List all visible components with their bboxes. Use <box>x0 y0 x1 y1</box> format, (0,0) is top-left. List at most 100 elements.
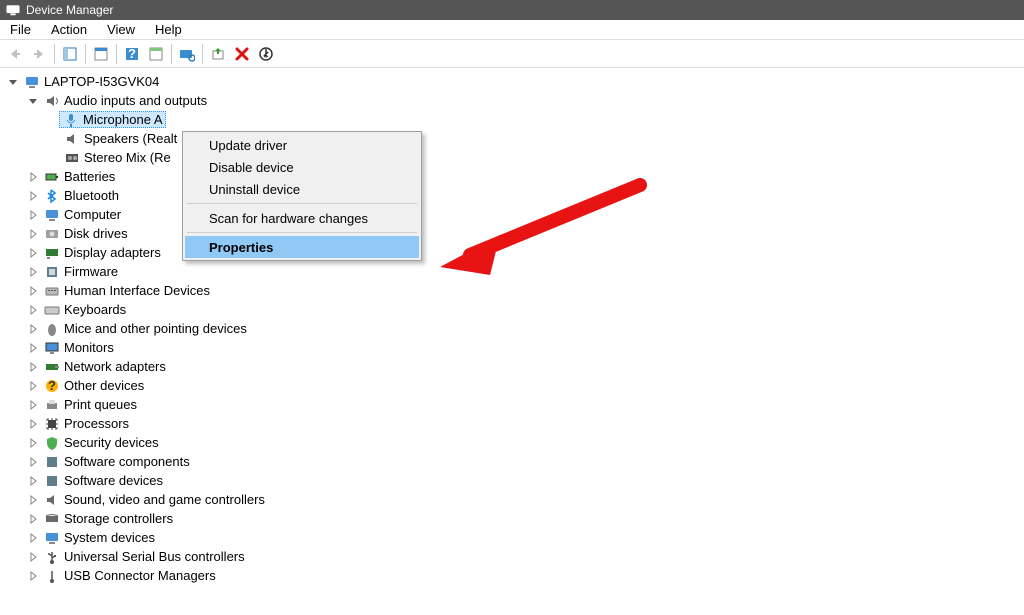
expander-closed-icon[interactable] <box>26 284 40 298</box>
expander-closed-icon[interactable] <box>26 341 40 355</box>
context-menu-update-driver[interactable]: Update driver <box>185 134 419 156</box>
disable-device-button[interactable] <box>255 43 277 65</box>
tree-node-usbconn[interactable]: USB Connector Managers <box>6 566 1024 585</box>
tree-node-usb[interactable]: Universal Serial Bus controllers <box>6 547 1024 566</box>
tree-label: Software components <box>64 452 190 471</box>
tree-node-sysdev[interactable]: System devices <box>6 528 1024 547</box>
context-menu-scan-hardware[interactable]: Scan for hardware changes <box>185 207 419 229</box>
tree-label: Stereo Mix (Re <box>84 148 171 167</box>
toolbar-separator <box>171 44 172 64</box>
expander-closed-icon[interactable] <box>26 189 40 203</box>
tree-node-microphone[interactable]: Microphone A <box>6 110 1024 129</box>
tree-node-security[interactable]: Security devices <box>6 433 1024 452</box>
expander-closed-icon[interactable] <box>26 379 40 393</box>
toolbar-separator <box>54 44 55 64</box>
tree-node-hid[interactable]: Human Interface Devices <box>6 281 1024 300</box>
expander-closed-icon[interactable] <box>26 265 40 279</box>
tree-node-root[interactable]: LAPTOP-I53GVK04 <box>6 72 1024 91</box>
expander-closed-icon[interactable] <box>26 246 40 260</box>
expander-closed-icon[interactable] <box>26 322 40 336</box>
tree-node-printq[interactable]: Print queues <box>6 395 1024 414</box>
expander-closed-icon[interactable] <box>26 531 40 545</box>
expander-closed-icon[interactable] <box>26 227 40 241</box>
tree-node-audio[interactable]: Audio inputs and outputs <box>6 91 1024 110</box>
context-menu-properties[interactable]: Properties <box>185 236 419 258</box>
help-button[interactable]: ? <box>121 43 143 65</box>
tree-label: Firmware <box>64 262 118 281</box>
tree-node-swdev[interactable]: Software devices <box>6 471 1024 490</box>
tree-label: Speakers (Realt <box>84 129 177 148</box>
update-driver-button[interactable] <box>207 43 229 65</box>
show-hide-tree-button[interactable] <box>59 43 81 65</box>
back-button[interactable] <box>4 43 26 65</box>
forward-button[interactable] <box>28 43 50 65</box>
tree-label: Keyboards <box>64 300 126 319</box>
storage-controller-icon <box>44 511 60 527</box>
menu-bar: File Action View Help <box>0 20 1024 40</box>
keyboard-icon <box>44 302 60 318</box>
tree-node-disk[interactable]: Disk drives <box>6 224 1024 243</box>
usb-connector-icon <box>44 568 60 584</box>
toolbar: ? <box>0 40 1024 68</box>
context-menu-uninstall-device[interactable]: Uninstall device <box>185 178 419 200</box>
expander-closed-icon[interactable] <box>26 512 40 526</box>
tree-label: Microphone A <box>83 110 163 129</box>
expander-closed-icon[interactable] <box>26 436 40 450</box>
tree-node-mice[interactable]: Mice and other pointing devices <box>6 319 1024 338</box>
tree-node-processors[interactable]: Processors <box>6 414 1024 433</box>
menu-view[interactable]: View <box>97 20 145 40</box>
disk-icon <box>44 226 60 242</box>
tree-node-swcomp[interactable]: Software components <box>6 452 1024 471</box>
tree-node-display[interactable]: Display adapters <box>6 243 1024 262</box>
menu-action[interactable]: Action <box>41 20 97 40</box>
tree-label: Processors <box>64 414 129 433</box>
tree-node-network[interactable]: Network adapters <box>6 357 1024 376</box>
tree-label: Audio inputs and outputs <box>64 91 207 110</box>
context-menu: Update driver Disable device Uninstall d… <box>182 131 422 261</box>
properties-button[interactable] <box>90 43 112 65</box>
menu-file[interactable]: File <box>6 20 41 40</box>
action-menu-button[interactable] <box>145 43 167 65</box>
printer-icon <box>44 397 60 413</box>
tree-node-storage[interactable]: Storage controllers <box>6 509 1024 528</box>
tree-node-sound[interactable]: Sound, video and game controllers <box>6 490 1024 509</box>
tree-label: Monitors <box>64 338 114 357</box>
audio-icon <box>44 93 60 109</box>
tree-node-bluetooth[interactable]: Bluetooth <box>6 186 1024 205</box>
tree-label: Network adapters <box>64 357 166 376</box>
device-tree[interactable]: LAPTOP-I53GVK04 Audio inputs and outputs… <box>0 68 1024 585</box>
expander-none <box>46 151 60 165</box>
tree-label: Batteries <box>64 167 115 186</box>
tree-node-firmware[interactable]: Firmware <box>6 262 1024 281</box>
expander-closed-icon[interactable] <box>26 303 40 317</box>
context-menu-disable-device[interactable]: Disable device <box>185 156 419 178</box>
expander-closed-icon[interactable] <box>26 455 40 469</box>
menu-help[interactable]: Help <box>145 20 192 40</box>
computer-icon <box>44 207 60 223</box>
tree-label: Software devices <box>64 471 163 490</box>
expander-closed-icon[interactable] <box>26 474 40 488</box>
expander-open-icon[interactable] <box>26 94 40 108</box>
expander-closed-icon[interactable] <box>26 569 40 583</box>
tree-node-stereomix[interactable]: Stereo Mix (Re <box>6 148 1024 167</box>
tree-label: Universal Serial Bus controllers <box>64 547 245 566</box>
uninstall-device-button[interactable] <box>231 43 253 65</box>
tree-label: Disk drives <box>64 224 128 243</box>
tree-node-keyboards[interactable]: Keyboards <box>6 300 1024 319</box>
expander-closed-icon[interactable] <box>26 417 40 431</box>
tree-node-batteries[interactable]: Batteries <box>6 167 1024 186</box>
scan-hardware-button[interactable] <box>176 43 198 65</box>
expander-closed-icon[interactable] <box>26 550 40 564</box>
tree-node-speakers[interactable]: Speakers (Realt <box>6 129 1024 148</box>
expander-open-icon[interactable] <box>6 75 20 89</box>
stereo-mix-icon <box>64 150 80 166</box>
tree-node-other[interactable]: ? Other devices <box>6 376 1024 395</box>
tree-node-computer[interactable]: Computer <box>6 205 1024 224</box>
expander-closed-icon[interactable] <box>26 493 40 507</box>
expander-closed-icon[interactable] <box>26 360 40 374</box>
tree-label: Display adapters <box>64 243 161 262</box>
expander-closed-icon[interactable] <box>26 170 40 184</box>
tree-node-monitors[interactable]: Monitors <box>6 338 1024 357</box>
expander-closed-icon[interactable] <box>26 398 40 412</box>
expander-closed-icon[interactable] <box>26 208 40 222</box>
